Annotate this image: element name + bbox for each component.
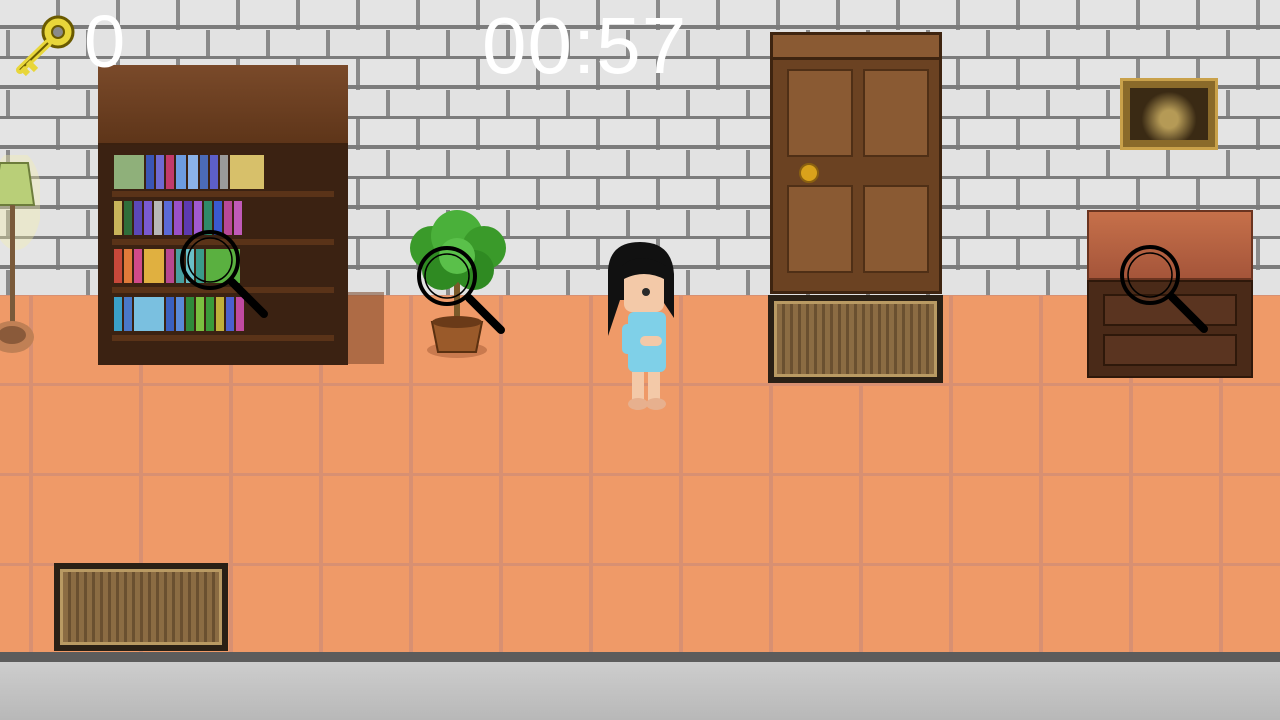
painting-canvas [1130, 88, 1208, 140]
wall-painting[interactable] [1120, 78, 1218, 150]
bookshelf[interactable] [98, 65, 348, 365]
doormat[interactable] [768, 295, 943, 383]
key-count: 0 [84, 0, 126, 83]
door-frame [773, 35, 939, 60]
dresser-drawer[interactable] [1103, 334, 1237, 366]
door-knob[interactable] [799, 163, 819, 183]
exit-door[interactable] [770, 32, 942, 294]
key-icon [12, 10, 82, 80]
magnifier-icon[interactable] [178, 228, 270, 320]
floor-mat-weave [60, 569, 222, 645]
door-panel [863, 185, 929, 273]
shelf-plank [112, 191, 334, 197]
shelf-plank [112, 335, 334, 341]
bookshelf-top [98, 65, 348, 146]
magnifier-icon[interactable] [1118, 243, 1210, 335]
player-character[interactable] [600, 240, 682, 414]
pavement [0, 662, 1280, 720]
door-panel [787, 69, 853, 157]
game-scene: 0 00:57 [0, 0, 1280, 720]
magnifier-icon[interactable] [415, 244, 507, 336]
floor-mat[interactable] [54, 563, 228, 651]
door-panel [787, 185, 853, 273]
baseboard [0, 652, 1280, 662]
doormat-weave [774, 301, 937, 377]
book-row [114, 153, 332, 189]
door-panel [863, 69, 929, 157]
floor-lamp[interactable] [0, 155, 40, 355]
countdown-timer: 00:57 [482, 1, 688, 90]
bookshelf-shadow [348, 292, 384, 364]
